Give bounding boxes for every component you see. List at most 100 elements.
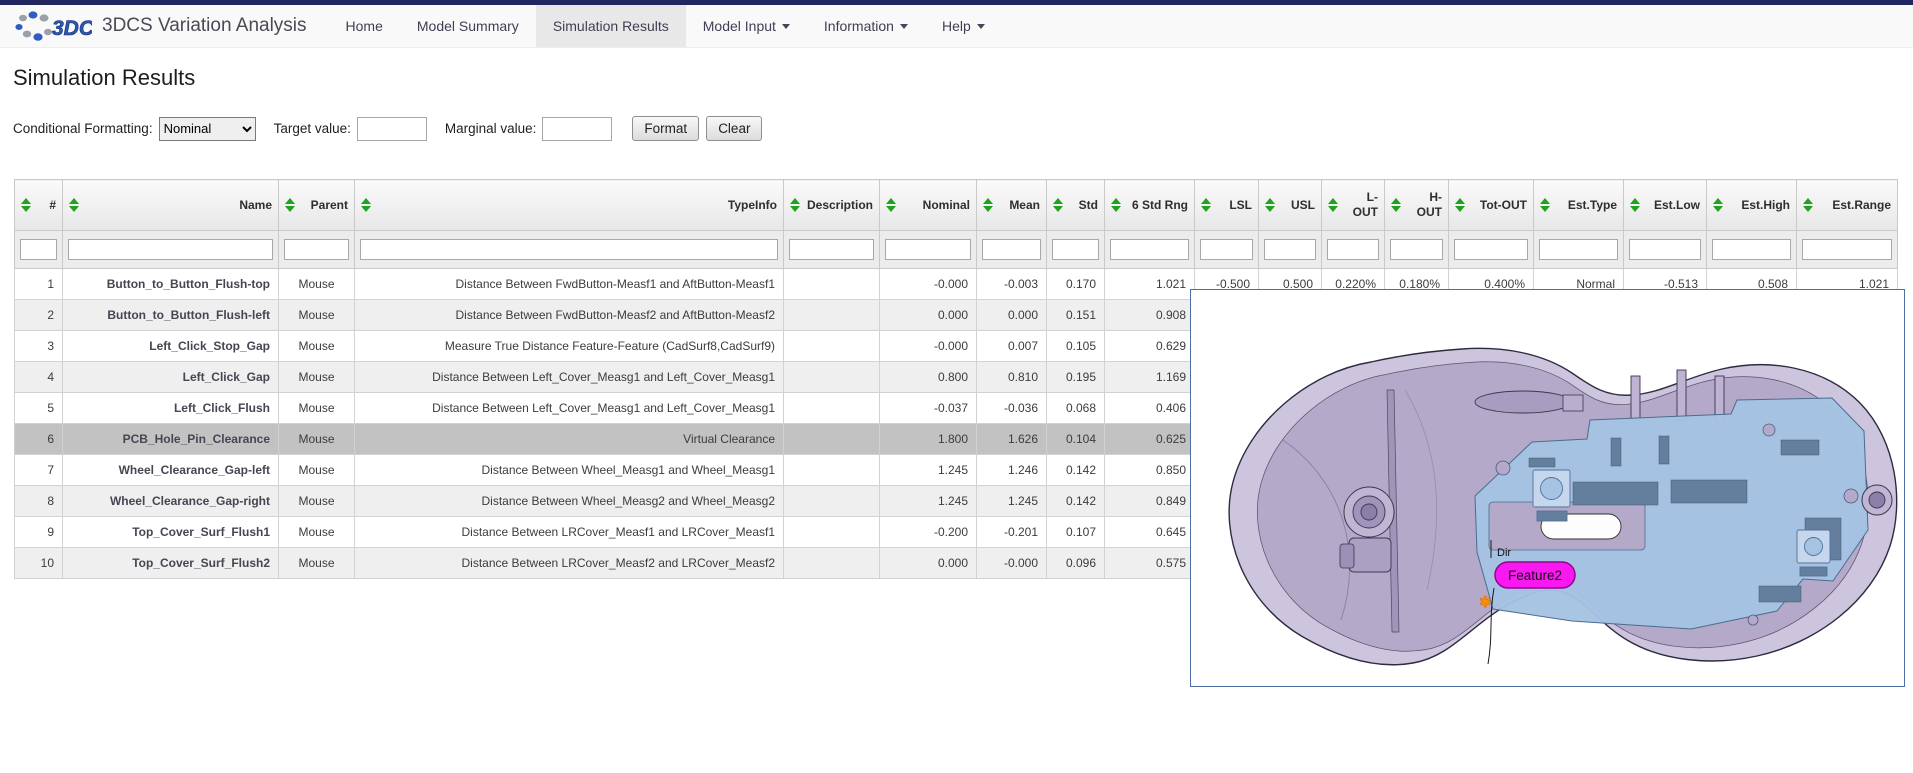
sort-icon[interactable] xyxy=(1540,198,1550,212)
nav-item-model-input[interactable]: Model Input xyxy=(686,5,807,47)
sort-icon[interactable] xyxy=(1803,198,1813,212)
filter-input-lsl[interactable] xyxy=(1200,239,1253,260)
filter-input-esthigh[interactable] xyxy=(1712,239,1791,260)
column-header-hout[interactable]: H-OUT xyxy=(1384,179,1449,231)
cell-name: PCB_Hole_Pin_Clearance xyxy=(62,423,279,455)
cell-typeinfo: Distance Between Left_Cover_Measg1 and L… xyxy=(354,361,784,393)
sort-icon[interactable] xyxy=(361,198,371,212)
cell-description xyxy=(783,299,880,331)
sort-icon[interactable] xyxy=(1455,198,1465,212)
sort-icon[interactable] xyxy=(69,198,79,212)
nav-item-model-summary[interactable]: Model Summary xyxy=(400,5,536,47)
3dcs-logo-icon: 3DCS xyxy=(15,11,92,41)
sort-icon[interactable] xyxy=(1201,198,1211,212)
brand[interactable]: 3DCS 3DCS Variation Analysis xyxy=(0,5,307,47)
marginal-value-input[interactable] xyxy=(542,116,613,141)
column-header-lsl[interactable]: LSL xyxy=(1194,179,1259,231)
column-header-num[interactable]: # xyxy=(14,179,63,231)
sort-icon[interactable] xyxy=(886,198,896,212)
column-header-estrange[interactable]: Est.Range xyxy=(1796,179,1898,231)
cell-description xyxy=(783,392,880,424)
sort-icon[interactable] xyxy=(1630,198,1640,212)
filter-cell-estrange xyxy=(1796,230,1898,269)
filter-input-hout[interactable] xyxy=(1390,239,1443,260)
cell-num: 2 xyxy=(14,299,63,331)
column-header-rng6[interactable]: 6 Std Rng xyxy=(1104,179,1195,231)
svg-text:3DCS: 3DCS xyxy=(52,17,92,40)
cell-nominal: 1.245 xyxy=(879,485,977,517)
filter-input-num[interactable] xyxy=(20,239,57,260)
filter-input-estlow[interactable] xyxy=(1629,239,1701,260)
filter-cell-parent xyxy=(278,230,355,269)
nav-item-simulation-results[interactable]: Simulation Results xyxy=(535,5,686,47)
3d-model-viewer[interactable]: Dir Feature2 ✱ xyxy=(1190,289,1905,687)
column-header-nominal[interactable]: Nominal xyxy=(879,179,977,231)
cell-typeinfo: Distance Between FwdButton-Measf2 and Af… xyxy=(354,299,784,331)
filter-input-typeinfo[interactable] xyxy=(360,239,778,260)
sort-icon[interactable] xyxy=(1265,198,1275,212)
column-header-description[interactable]: Description xyxy=(783,179,880,231)
filter-input-std[interactable] xyxy=(1052,239,1099,260)
filter-input-lout[interactable] xyxy=(1327,239,1379,260)
sort-icon[interactable] xyxy=(790,198,800,212)
nav-item-help[interactable]: Help xyxy=(925,5,1002,47)
filter-cell-usl xyxy=(1258,230,1322,269)
column-header-std[interactable]: Std xyxy=(1046,179,1105,231)
filter-input-mean[interactable] xyxy=(982,239,1041,260)
sort-icon[interactable] xyxy=(1391,198,1401,212)
column-header-totout[interactable]: Tot-OUT xyxy=(1448,179,1534,231)
filter-input-nominal[interactable] xyxy=(885,239,971,260)
filter-input-usl[interactable] xyxy=(1264,239,1316,260)
cell-num: 4 xyxy=(14,361,63,393)
column-header-esthigh[interactable]: Est.High xyxy=(1706,179,1797,231)
filter-cell-description xyxy=(783,230,880,269)
sort-icon[interactable] xyxy=(1053,198,1063,212)
column-header-esttype[interactable]: Est.Type xyxy=(1533,179,1624,231)
column-header-lout[interactable]: L-OUT xyxy=(1321,179,1385,231)
column-header-parent[interactable]: Parent xyxy=(278,179,355,231)
cell-num: 3 xyxy=(14,330,63,362)
clear-button[interactable]: Clear xyxy=(706,116,763,141)
column-header-name[interactable]: Name xyxy=(62,179,279,231)
nav-item-information[interactable]: Information xyxy=(807,5,925,47)
filter-cell-rng6 xyxy=(1104,230,1195,269)
cell-num: 10 xyxy=(14,547,63,579)
sort-icon[interactable] xyxy=(1111,198,1121,212)
sort-icon[interactable] xyxy=(1713,198,1723,212)
filter-input-description[interactable] xyxy=(789,239,874,260)
cell-nominal: 1.245 xyxy=(879,454,977,486)
format-button[interactable]: Format xyxy=(632,116,700,141)
filter-input-parent[interactable] xyxy=(284,239,349,260)
filter-cell-std xyxy=(1046,230,1105,269)
conditional-formatting-select[interactable]: Nominal xyxy=(158,116,256,141)
sort-icon[interactable] xyxy=(285,198,295,212)
column-header-estlow[interactable]: Est.Low xyxy=(1623,179,1707,231)
filter-input-rng6[interactable] xyxy=(1110,239,1189,260)
filter-input-name[interactable] xyxy=(68,239,273,260)
cell-description xyxy=(783,361,880,393)
cell-rng6: 1.021 xyxy=(1104,268,1195,300)
filter-input-esttype[interactable] xyxy=(1539,239,1618,260)
sort-icon[interactable] xyxy=(983,198,993,212)
column-header-usl[interactable]: USL xyxy=(1258,179,1322,231)
target-value-input[interactable] xyxy=(356,116,427,141)
cell-parent: Mouse xyxy=(278,454,355,486)
cell-std: 0.105 xyxy=(1046,330,1105,362)
cell-description xyxy=(783,423,880,455)
cell-typeinfo: Distance Between LRCover_Measf2 and LRCo… xyxy=(354,547,784,579)
filter-input-estrange[interactable] xyxy=(1802,239,1892,260)
cell-parent: Mouse xyxy=(278,330,355,362)
cell-nominal: -0.037 xyxy=(879,392,977,424)
filter-input-totout[interactable] xyxy=(1454,239,1528,260)
cell-std: 0.096 xyxy=(1046,547,1105,579)
sort-icon[interactable] xyxy=(21,198,31,212)
nav-item-home[interactable]: Home xyxy=(329,5,400,47)
column-header-typeinfo[interactable]: TypeInfo xyxy=(354,179,784,231)
cell-typeinfo: Distance Between FwdButton-Measf1 and Af… xyxy=(354,268,784,300)
cell-name: Top_Cover_Surf_Flush1 xyxy=(62,516,279,548)
column-header-mean[interactable]: Mean xyxy=(976,179,1047,231)
chevron-down-icon xyxy=(976,23,985,29)
cell-rng6: 0.629 xyxy=(1104,330,1195,362)
cell-std: 0.068 xyxy=(1046,392,1105,424)
sort-icon[interactable] xyxy=(1328,198,1338,212)
